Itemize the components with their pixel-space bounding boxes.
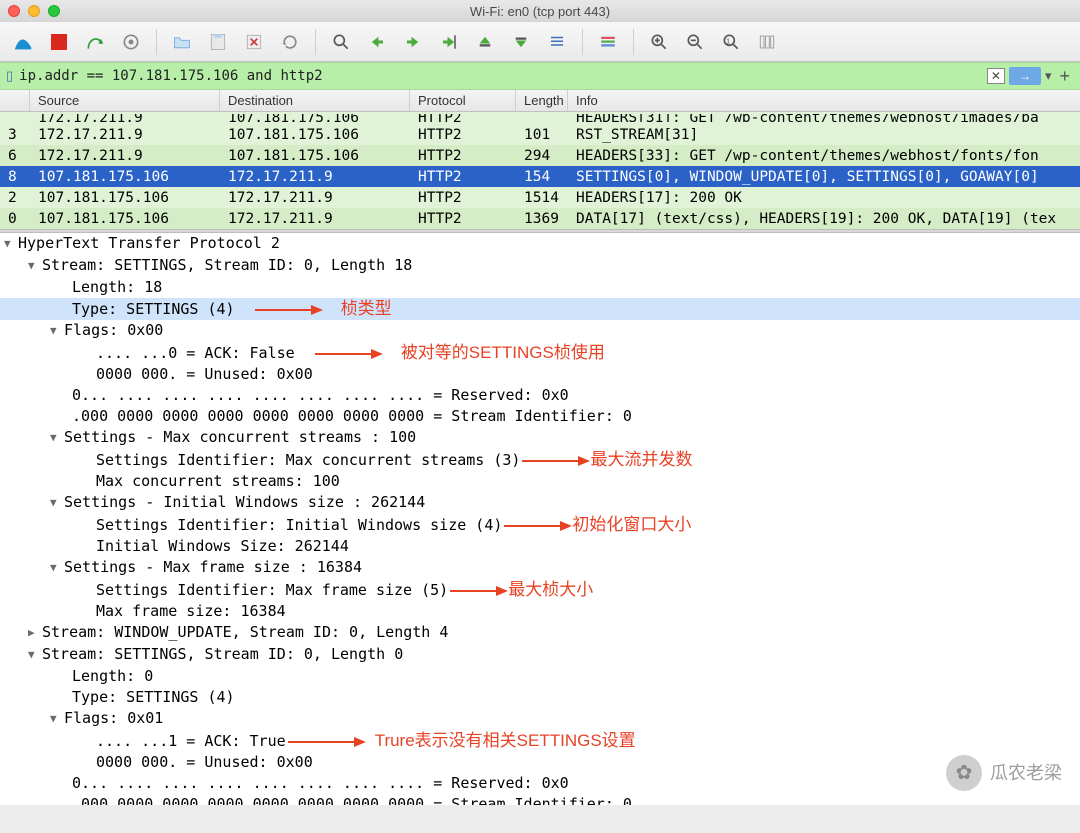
tree-leaf[interactable]: Length: 18 <box>0 277 1080 298</box>
table-row[interactable]: 172.17.211.9 107.181.175.106 HTTP2 HEADE… <box>0 112 1080 124</box>
tree-node[interactable]: Flags: 0x01 <box>0 708 1080 730</box>
packet-list[interactable]: 172.17.211.9 107.181.175.106 HTTP2 HEADE… <box>0 112 1080 229</box>
tree-leaf[interactable]: 0... .... .... .... .... .... .... .... … <box>0 773 1080 794</box>
filter-dropdown-icon[interactable]: ▾ <box>1045 68 1052 84</box>
display-filter-input[interactable] <box>19 68 981 84</box>
save-file-button[interactable] <box>203 27 233 57</box>
tree-node[interactable]: Settings - Max concurrent streams : 100 <box>0 427 1080 449</box>
tree-leaf[interactable]: .000 0000 0000 0000 0000 0000 0000 0000 … <box>0 406 1080 427</box>
tree-node[interactable]: Stream: SETTINGS, Stream ID: 0, Length 0 <box>0 644 1080 666</box>
annotation: 最大流并发数 <box>590 450 692 469</box>
tree-leaf[interactable]: 0... .... .... .... .... .... .... .... … <box>0 385 1080 406</box>
go-forward-button[interactable] <box>398 27 428 57</box>
goto-last-button[interactable] <box>506 27 536 57</box>
window-title: Wi-Fi: en0 (tcp port 443) <box>0 4 1080 19</box>
watermark: ✿ 瓜农老梁 <box>946 755 1062 791</box>
tree-leaf[interactable]: Settings Identifier: Max frame size (5)最… <box>0 579 1080 601</box>
tree-leaf[interactable]: Settings Identifier: Initial Windows siz… <box>0 514 1080 536</box>
zoom-reset-button[interactable]: 1 <box>716 27 746 57</box>
annotation: Trure表示没有相关SETTINGS设置 <box>375 731 636 750</box>
goto-packet-button[interactable] <box>434 27 464 57</box>
watermark-text: 瓜农老梁 <box>990 763 1062 784</box>
annotation: 初始化窗口大小 <box>572 515 691 534</box>
close-file-button[interactable] <box>239 27 269 57</box>
stop-capture-button[interactable] <box>44 27 74 57</box>
tree-leaf[interactable]: Settings Identifier: Max concurrent stre… <box>0 449 1080 471</box>
capture-options-button[interactable] <box>116 27 146 57</box>
add-filter-button[interactable]: + <box>1055 66 1074 87</box>
tree-leaf[interactable]: .... ...1 = ACK: True Trure表示没有相关SETTING… <box>0 730 1080 752</box>
find-packet-button[interactable] <box>326 27 356 57</box>
tree-leaf[interactable]: Length: 0 <box>0 666 1080 687</box>
column-length[interactable]: Length <box>516 90 568 111</box>
go-back-button[interactable] <box>362 27 392 57</box>
table-row[interactable]: 6 172.17.211.9 107.181.175.106 HTTP2 294… <box>0 145 1080 166</box>
auto-scroll-button[interactable] <box>542 27 572 57</box>
packet-details-pane[interactable]: HyperText Transfer Protocol 2 Stream: SE… <box>0 233 1080 805</box>
tree-leaf[interactable]: Max concurrent streams: 100 <box>0 471 1080 492</box>
tree-node[interactable]: Stream: SETTINGS, Stream ID: 0, Length 1… <box>0 255 1080 277</box>
table-row[interactable]: 0 107.181.175.106 172.17.211.9 HTTP2 136… <box>0 208 1080 229</box>
zoom-in-button[interactable] <box>644 27 674 57</box>
table-row[interactable]: 3 172.17.211.9 107.181.175.106 HTTP2 101… <box>0 124 1080 145</box>
svg-text:1: 1 <box>726 36 730 45</box>
open-file-button[interactable] <box>167 27 197 57</box>
apply-filter-button[interactable]: → <box>1009 67 1041 85</box>
tree-node[interactable]: Flags: 0x00 <box>0 320 1080 342</box>
tree-leaf[interactable]: 0000 000. = Unused: 0x00 <box>0 752 1080 773</box>
tree-leaf[interactable]: .... ...0 = ACK: False 被对等的SETTINGS桢使用 <box>0 342 1080 364</box>
table-row-selected[interactable]: 8 107.181.175.106 172.17.211.9 HTTP2 154… <box>0 166 1080 187</box>
packet-list-header: Source Destination Protocol Length Info <box>0 90 1080 112</box>
annotation: 最大桢大小 <box>508 580 593 599</box>
tree-leaf-selected[interactable]: Type: SETTINGS (4) 桢类型 <box>0 298 1080 320</box>
column-destination[interactable]: Destination <box>220 90 410 111</box>
window-titlebar: Wi-Fi: en0 (tcp port 443) <box>0 0 1080 22</box>
display-filter-bar: ▯ ✕ → ▾ + <box>0 62 1080 90</box>
tree-node[interactable]: Settings - Initial Windows size : 262144 <box>0 492 1080 514</box>
column-info[interactable]: Info <box>568 90 1080 111</box>
clear-filter-button[interactable]: ✕ <box>987 68 1005 84</box>
tree-leaf[interactable]: Type: SETTINGS (4) <box>0 687 1080 708</box>
column-source[interactable]: Source <box>30 90 220 111</box>
tree-node[interactable]: Stream: WINDOW_UPDATE, Stream ID: 0, Len… <box>0 622 1080 644</box>
wireshark-logo-icon[interactable] <box>8 27 38 57</box>
tree-leaf[interactable]: 0000 000. = Unused: 0x00 <box>0 364 1080 385</box>
zoom-out-button[interactable] <box>680 27 710 57</box>
main-toolbar: 1 <box>0 22 1080 62</box>
watermark-icon: ✿ <box>946 755 982 791</box>
annotation: 桢类型 <box>341 299 392 318</box>
tree-leaf[interactable]: Max frame size: 16384 <box>0 601 1080 622</box>
restart-capture-button[interactable] <box>80 27 110 57</box>
annotation: 被对等的SETTINGS桢使用 <box>401 343 605 362</box>
bookmark-icon[interactable]: ▯ <box>6 68 13 84</box>
tree-node[interactable]: Settings - Max frame size : 16384 <box>0 557 1080 579</box>
colorize-button[interactable] <box>593 27 623 57</box>
tree-leaf[interactable]: Initial Windows Size: 262144 <box>0 536 1080 557</box>
column-protocol[interactable]: Protocol <box>410 90 516 111</box>
tree-root[interactable]: HyperText Transfer Protocol 2 <box>0 233 1080 255</box>
reload-button[interactable] <box>275 27 305 57</box>
table-row[interactable]: 2 107.181.175.106 172.17.211.9 HTTP2 151… <box>0 187 1080 208</box>
tree-leaf[interactable]: .000 0000 0000 0000 0000 0000 0000 0000 … <box>0 794 1080 805</box>
goto-first-button[interactable] <box>470 27 500 57</box>
resize-columns-button[interactable] <box>752 27 782 57</box>
